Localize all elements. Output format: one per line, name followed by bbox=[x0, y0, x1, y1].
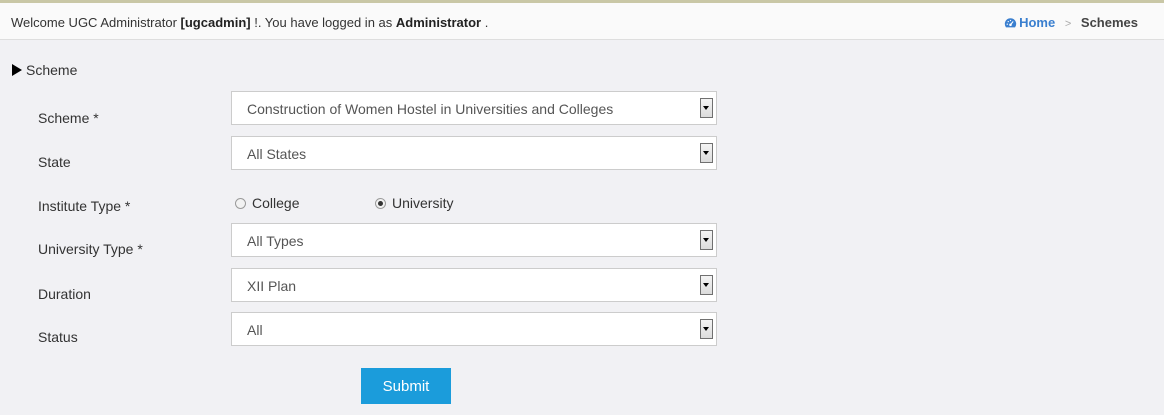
radio-university[interactable]: University bbox=[375, 195, 453, 211]
scheme-label: Scheme * bbox=[38, 110, 99, 126]
home-link[interactable]: Home bbox=[1004, 15, 1059, 30]
status-select[interactable]: All bbox=[231, 312, 717, 346]
institute-type-label: Institute Type * bbox=[38, 198, 131, 214]
dashboard-icon bbox=[1004, 18, 1017, 28]
section-title: Scheme bbox=[26, 62, 78, 78]
university-type-label: University Type * bbox=[38, 241, 143, 257]
dropdown-arrow-icon bbox=[700, 143, 713, 163]
welcome-middle: !. You have logged in as bbox=[250, 15, 396, 30]
section-toggle[interactable]: Scheme bbox=[12, 62, 77, 78]
dropdown-arrow-icon bbox=[700, 275, 713, 295]
submit-button[interactable]: Submit bbox=[361, 368, 451, 404]
status-label: Status bbox=[38, 329, 78, 345]
breadcrumb-current: Schemes bbox=[1080, 15, 1138, 30]
dropdown-arrow-icon bbox=[700, 98, 713, 118]
state-select[interactable]: All States bbox=[231, 136, 717, 170]
state-label: State bbox=[38, 154, 71, 170]
dropdown-arrow-icon bbox=[700, 319, 713, 339]
radio-college[interactable]: College bbox=[235, 195, 299, 211]
radio-university-circle[interactable] bbox=[375, 198, 386, 209]
breadcrumb: Home > Schemes bbox=[1004, 15, 1138, 30]
welcome-suffix: . bbox=[481, 15, 489, 30]
caret-right-icon bbox=[12, 64, 22, 76]
radio-university-label: University bbox=[392, 195, 454, 211]
welcome-message: Welcome UGC Administrator [ugcadmin] !. … bbox=[11, 15, 488, 30]
welcome-prefix: Welcome UGC Administrator bbox=[11, 15, 181, 30]
home-link-label[interactable]: Home bbox=[1019, 15, 1055, 30]
user-role: Administrator bbox=[395, 15, 482, 30]
university-type-select-value: All Types bbox=[247, 233, 304, 249]
radio-college-label: College bbox=[252, 195, 300, 211]
username: [ugcadmin] bbox=[180, 15, 251, 30]
state-select-value: All States bbox=[247, 146, 307, 162]
status-select-value: All bbox=[247, 322, 263, 338]
university-type-select[interactable]: All Types bbox=[231, 223, 717, 257]
breadcrumb-separator: > bbox=[1064, 18, 1072, 30]
duration-label: Duration bbox=[38, 286, 91, 302]
scheme-select-value: Construction of Women Hostel in Universi… bbox=[247, 101, 614, 117]
info-bar: Welcome UGC Administrator [ugcadmin] !. … bbox=[0, 3, 1164, 40]
dropdown-arrow-icon bbox=[700, 230, 713, 250]
duration-select[interactable]: XII Plan bbox=[231, 268, 717, 302]
scheme-select[interactable]: Construction of Women Hostel in Universi… bbox=[231, 91, 717, 125]
radio-college-circle[interactable] bbox=[235, 198, 246, 209]
duration-select-value: XII Plan bbox=[247, 278, 297, 294]
